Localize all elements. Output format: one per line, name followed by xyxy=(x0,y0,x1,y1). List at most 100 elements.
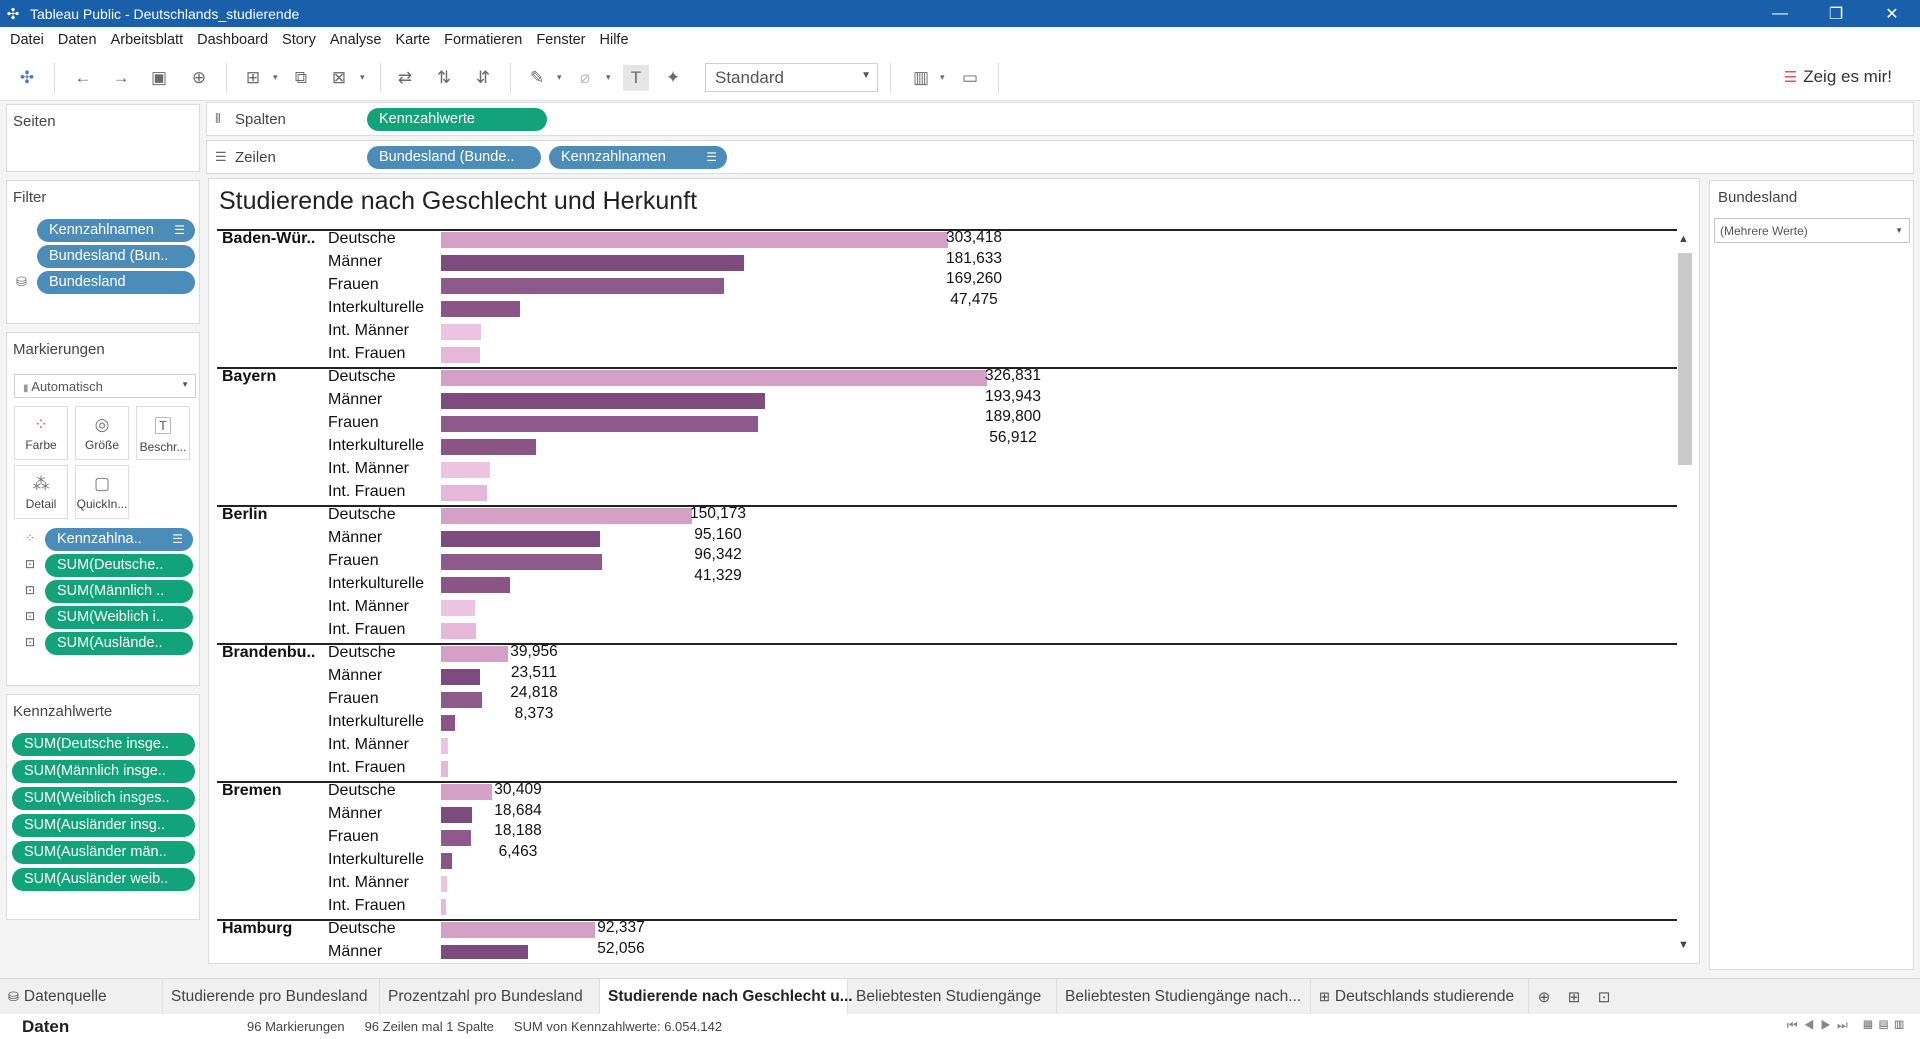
duplicate-sheet-icon[interactable]: ⧉ xyxy=(288,65,314,91)
menu-hilfe[interactable]: Hilfe xyxy=(593,32,636,48)
bar[interactable] xyxy=(441,554,602,570)
scrollbar-thumb[interactable] xyxy=(1678,253,1692,465)
menu-karte[interactable]: Karte xyxy=(388,32,437,48)
scroll-down-icon[interactable]: ▼ xyxy=(1678,939,1689,951)
bar[interactable] xyxy=(441,922,595,938)
bar[interactable] xyxy=(441,485,487,501)
row-header-bundesland[interactable]: Baden-Wür.. xyxy=(222,230,315,248)
row-header-kennzahl[interactable]: Deutsche xyxy=(328,368,396,386)
fix-axes-icon[interactable]: ✦ xyxy=(660,65,686,91)
bar[interactable] xyxy=(441,255,744,271)
redo-icon[interactable]: → xyxy=(108,65,134,91)
sheet-navigation-icons[interactable]: ⏮◀▶⏭ ▦▤▥ xyxy=(1787,1018,1910,1033)
data-pane-label[interactable]: Daten xyxy=(22,1017,247,1037)
show-cards-dropdown-icon[interactable]: ▾ xyxy=(940,72,945,83)
size-button[interactable]: ◎ Größe xyxy=(75,406,129,460)
highlight-icon[interactable]: ✎ xyxy=(524,65,550,91)
measure-pill-auslaender[interactable]: SUM(Ausländer insg.. xyxy=(12,814,195,837)
new-worksheet-tab-icon[interactable]: ⊕ xyxy=(1529,979,1559,1015)
row-header-kennzahl[interactable]: Frauen xyxy=(328,690,379,708)
measure-pill-auslaender-weiblich[interactable]: SUM(Ausländer weib.. xyxy=(12,868,195,891)
row-header-kennzahl[interactable]: Int. Männer xyxy=(328,874,409,892)
bar[interactable] xyxy=(441,416,758,432)
bar[interactable] xyxy=(441,899,446,915)
bar[interactable] xyxy=(441,715,455,731)
highlight-dropdown-icon[interactable]: ▾ xyxy=(557,72,562,83)
rows-shelf[interactable]: ☰ Zeilen Bundesland (Bunde.. Kennzahlnam… xyxy=(206,140,1914,174)
menu-daten[interactable]: Daten xyxy=(51,32,104,48)
show-cards-icon[interactable]: ▥ xyxy=(908,65,934,91)
bar[interactable] xyxy=(441,393,765,409)
bar[interactable] xyxy=(441,324,481,340)
row-header-kennzahl[interactable]: Frauen xyxy=(328,828,379,846)
row-header-bundesland[interactable]: Hamburg xyxy=(222,920,292,938)
sort-descending-icon[interactable]: ⇵ xyxy=(470,65,496,91)
row-header-kennzahl[interactable]: Int. Männer xyxy=(328,736,409,754)
marks-pill-sum-auslaender[interactable]: SUM(Auslände.. xyxy=(45,632,193,655)
row-header-kennzahl[interactable]: Männer xyxy=(328,667,382,685)
row-header-bundesland[interactable]: Berlin xyxy=(222,506,267,524)
bar[interactable] xyxy=(441,876,447,892)
row-header-kennzahl[interactable]: Männer xyxy=(328,943,382,959)
group-dropdown-icon[interactable]: ▾ xyxy=(606,72,611,83)
bar[interactable] xyxy=(441,232,948,248)
row-header-kennzahl[interactable]: Deutsche xyxy=(328,506,396,524)
row-header-kennzahl[interactable]: Männer xyxy=(328,529,382,547)
row-header-kennzahl[interactable]: Männer xyxy=(328,391,382,409)
row-header-kennzahl[interactable]: Int. Männer xyxy=(328,322,409,340)
bar[interactable] xyxy=(441,600,475,616)
measure-pill-auslaender-maenner[interactable]: SUM(Ausländer män.. xyxy=(12,841,195,864)
marks-pill-kennzahlnamen[interactable]: Kennzahlna.. ☰ xyxy=(45,528,193,551)
bar[interactable] xyxy=(441,278,724,294)
rows-pill-kennzahlnamen[interactable]: Kennzahlnamen ☰ xyxy=(549,146,727,169)
fit-select[interactable]: Standard ▼ xyxy=(705,63,878,92)
row-header-kennzahl[interactable]: Int. Frauen xyxy=(328,897,405,915)
new-story-tab-icon[interactable]: ⊡ xyxy=(1589,979,1619,1015)
bar[interactable] xyxy=(441,692,482,708)
new-worksheet-dropdown-icon[interactable]: ▾ xyxy=(273,72,278,83)
marks-pill-sum-maennlich[interactable]: SUM(Männlich .. xyxy=(45,580,193,603)
clear-sheet-icon[interactable]: ⊠ xyxy=(326,65,352,91)
tab-studierende-nach-geschlecht[interactable]: Studierende nach Geschlecht u... xyxy=(600,978,853,1015)
row-header-kennzahl[interactable]: Frauen xyxy=(328,552,379,570)
row-header-kennzahl[interactable]: Int. Männer xyxy=(328,598,409,616)
tab-prozentzahl-pro-bundesland[interactable]: Prozentzahl pro Bundesland xyxy=(380,978,600,1015)
bar[interactable] xyxy=(441,807,472,823)
row-header-bundesland[interactable]: Bremen xyxy=(222,782,282,800)
row-header-kennzahl[interactable]: Frauen xyxy=(328,276,379,294)
bar[interactable] xyxy=(441,761,448,777)
row-header-kennzahl[interactable]: Int. Frauen xyxy=(328,621,405,639)
bar[interactable] xyxy=(441,439,536,455)
columns-pill-kennzahlwerte[interactable]: Kennzahlwerte xyxy=(367,108,547,131)
rows-pill-bundesland[interactable]: Bundesland (Bunde.. xyxy=(367,146,541,169)
marks-pill-sum-weiblich[interactable]: SUM(Weiblich i.. xyxy=(45,606,193,629)
row-header-kennzahl[interactable]: Deutsche xyxy=(328,644,396,662)
row-header-kennzahl[interactable]: Deutsche xyxy=(328,230,396,248)
bar[interactable] xyxy=(441,669,480,685)
tableau-home-icon[interactable]: ✣ xyxy=(14,65,40,91)
row-header-kennzahl[interactable]: Int. Frauen xyxy=(328,759,405,777)
bar[interactable] xyxy=(441,577,510,593)
menu-fenster[interactable]: Fenster xyxy=(529,32,592,48)
bar[interactable] xyxy=(441,347,480,363)
bar[interactable] xyxy=(441,531,600,547)
measure-pill-weiblich[interactable]: SUM(Weiblich insges.. xyxy=(12,787,195,810)
bundesland-filter-select[interactable]: (Mehrere Werte) ▼ xyxy=(1714,218,1910,243)
detail-button[interactable]: ⁂ Detail xyxy=(14,465,68,519)
row-header-kennzahl[interactable]: Interkulturelle xyxy=(328,575,424,593)
measure-pill-deutsche[interactable]: SUM(Deutsche insge.. xyxy=(12,733,195,756)
restore-button[interactable]: ❐ xyxy=(1808,0,1864,27)
pages-panel[interactable]: Seiten xyxy=(6,104,200,172)
worksheet-view[interactable]: Studierende nach Geschlecht und Herkunft… xyxy=(208,178,1700,964)
menu-arbeitsblatt[interactable]: Arbeitsblatt xyxy=(104,32,191,48)
filter-pill-kennzahlnamen[interactable]: Kennzahlnamen ☰ xyxy=(37,219,195,242)
menu-analyse[interactable]: Analyse xyxy=(323,32,389,48)
filters-panel[interactable]: Filter Kennzahlnamen ☰ Bundesland (Bun.. … xyxy=(6,180,200,324)
row-header-kennzahl[interactable]: Deutsche xyxy=(328,782,396,800)
measure-pill-maennlich[interactable]: SUM(Männlich insge.. xyxy=(12,760,195,783)
mark-type-select[interactable]: ▮ Automatisch ▼ xyxy=(14,374,196,398)
new-dashboard-tab-icon[interactable]: ⊞ xyxy=(1559,979,1589,1015)
bar-chart[interactable]: Baden-Wür.. Deutsche Männer Frauen Interkult… xyxy=(217,229,1677,959)
show-me-button[interactable]: ☰ Zeig es mir! xyxy=(1784,67,1892,87)
row-header-kennzahl[interactable]: Interkulturelle xyxy=(328,713,424,731)
